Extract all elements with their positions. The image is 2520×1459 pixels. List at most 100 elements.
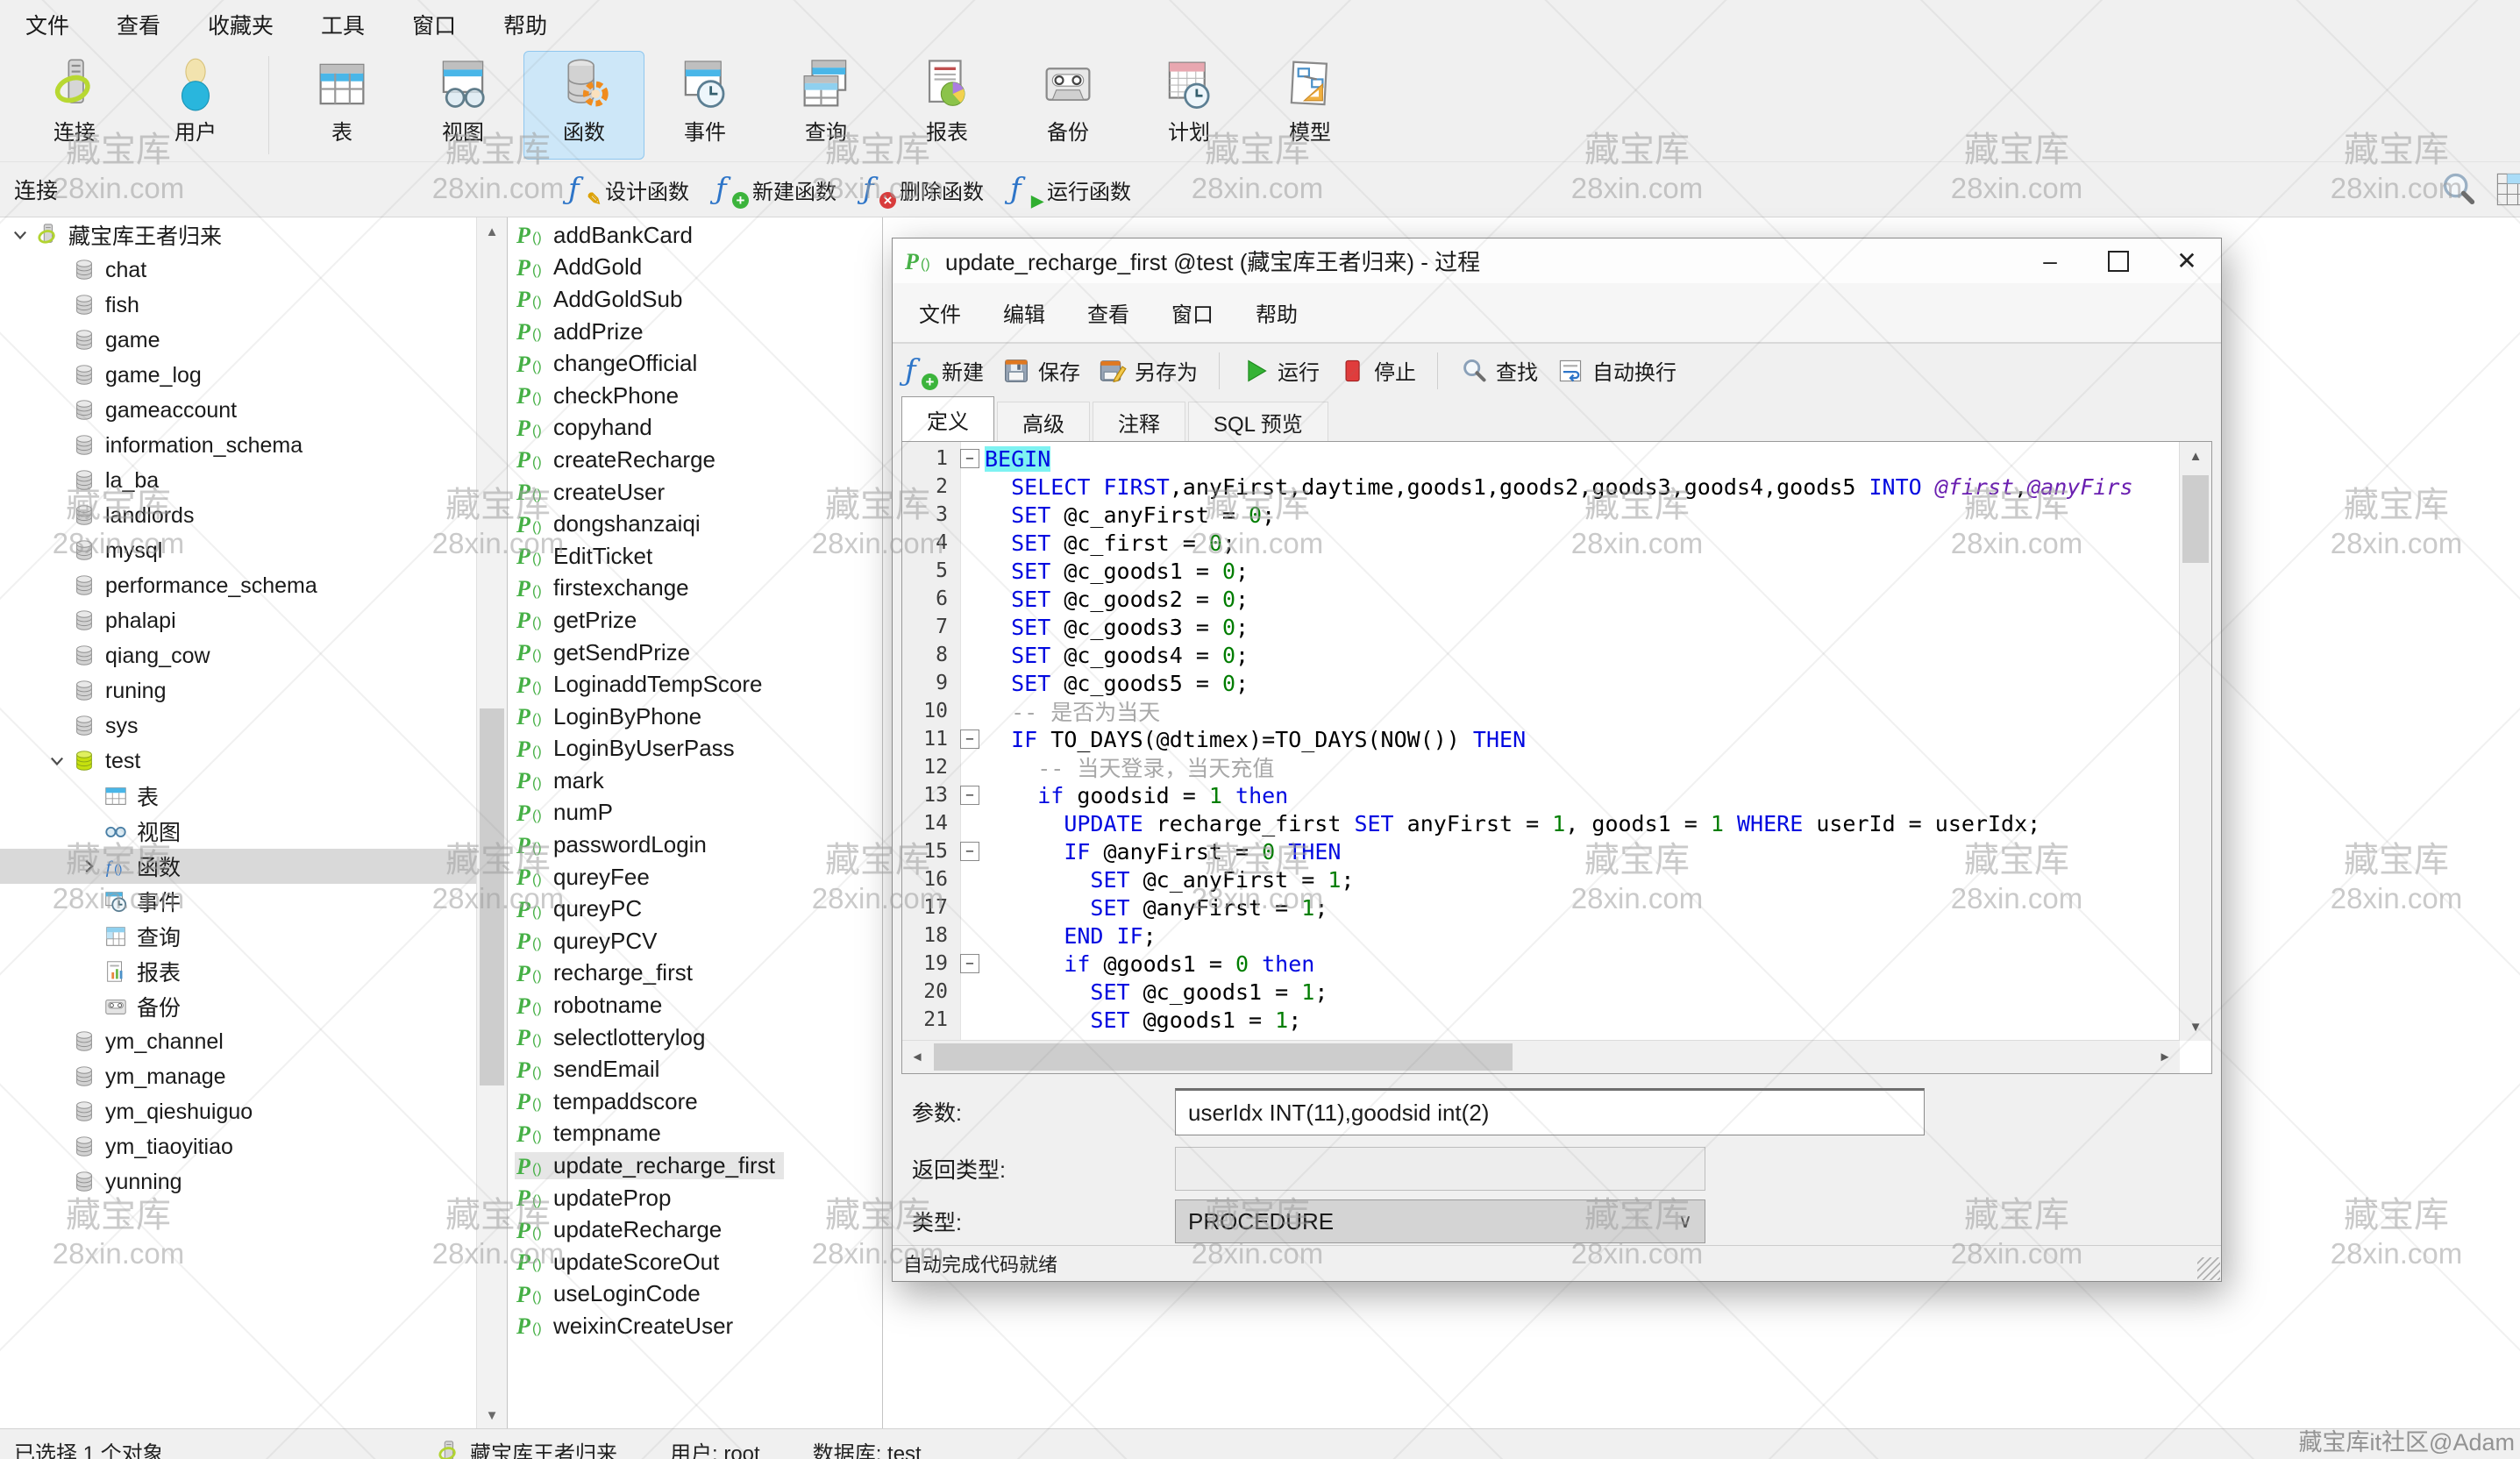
tree-item-informationschema[interactable]: information_schema bbox=[0, 428, 477, 463]
code-line[interactable]: 2 SELECT FIRST,anyFirst,daytime,goods1,g… bbox=[902, 473, 2180, 501]
function-list-item[interactable]: P()AddGold bbox=[508, 252, 882, 284]
tree-item-qiangcow[interactable]: qiang_cow bbox=[0, 638, 477, 673]
toolbar-report-button[interactable]: 报表 bbox=[886, 51, 1007, 160]
dialog-save-as-button[interactable]: 另存为 bbox=[1098, 355, 1198, 386]
function-list-item[interactable]: P()getPrize bbox=[508, 604, 882, 637]
maximize-button[interactable] bbox=[2084, 238, 2153, 283]
dialog-save-button[interactable]: 保存 bbox=[1001, 355, 1080, 386]
function-list-item[interactable]: P()sendEmail bbox=[508, 1053, 882, 1085]
function-list-item[interactable]: P()updateScoreOut bbox=[508, 1246, 882, 1278]
tree-item-ymtiaoyitiao[interactable]: ym_tiaoyitiao bbox=[0, 1129, 477, 1164]
code-line[interactable]: 6 SET @c_goods2 = 0; bbox=[902, 585, 2180, 613]
menu-window[interactable]: 窗口 bbox=[388, 0, 480, 48]
function-list-item[interactable]: P()AddGoldSub bbox=[508, 283, 882, 316]
fold-marker-icon[interactable]: − bbox=[955, 954, 985, 973]
editor-horizontal-scrollbar[interactable]: ◄ ► bbox=[902, 1040, 2180, 1073]
chevron-right-icon[interactable] bbox=[75, 853, 102, 879]
function-list-item[interactable]: P()createRecharge bbox=[508, 444, 882, 476]
tree-item-[interactable]: f()函数 bbox=[0, 849, 477, 884]
fold-marker-icon[interactable]: − bbox=[955, 842, 985, 861]
scroll-down-icon[interactable]: ▼ bbox=[477, 1401, 507, 1429]
tab-definition[interactable]: 定义 bbox=[901, 396, 994, 441]
toolbar-schedule-button[interactable]: 计划 bbox=[1128, 51, 1249, 160]
tree-item-fish[interactable]: fish bbox=[0, 288, 477, 323]
tab-advanced[interactable]: 高级 bbox=[997, 402, 1090, 441]
menu-file[interactable]: 文件 bbox=[2, 0, 93, 48]
tree-item-performanceschema[interactable]: performance_schema bbox=[0, 568, 477, 603]
tree-item-laba[interactable]: la_ba bbox=[0, 463, 477, 498]
function-list-item[interactable]: P()qureyFee bbox=[508, 861, 882, 893]
code-line[interactable]: 18 END IF; bbox=[902, 922, 2180, 950]
sidebar-scrollbar-thumb[interactable] bbox=[480, 708, 504, 1085]
dialog-find-button[interactable]: 查找 bbox=[1459, 355, 1538, 386]
tree-item-[interactable]: 表 bbox=[0, 779, 477, 814]
code-line[interactable]: 17 SET @anyFirst = 1; bbox=[902, 893, 2180, 922]
function-list-item[interactable]: P()robotname bbox=[508, 989, 882, 1021]
dialog-word-wrap-button[interactable]: 自动换行 bbox=[1555, 355, 1676, 386]
tree-item-[interactable]: 报表 bbox=[0, 954, 477, 989]
chevron-down-icon[interactable] bbox=[7, 222, 33, 248]
tree-item-ymchannel[interactable]: ym_channel bbox=[0, 1024, 477, 1059]
dialog-titlebar[interactable]: P() update_recharge_first @test (藏宝库王者归来… bbox=[893, 238, 2221, 284]
function-list-item[interactable]: P()update_recharge_first bbox=[508, 1149, 882, 1182]
code-line[interactable]: 16 SET @c_anyFirst = 1; bbox=[902, 865, 2180, 893]
code-line[interactable]: 1−BEGIN bbox=[902, 445, 2180, 473]
code-line[interactable]: 11− IF TO_DAYS(@dtimex)=TO_DAYS(NOW()) T… bbox=[902, 725, 2180, 753]
toolbar-connection-button[interactable]: 连接 bbox=[14, 51, 135, 160]
run-function-button[interactable]: ƒ▶运行函数 bbox=[1010, 172, 1131, 207]
param-input[interactable]: userIdx INT(11),goodsid int(2) bbox=[1175, 1088, 1925, 1135]
chevron-down-icon[interactable] bbox=[44, 748, 70, 774]
function-list-item[interactable]: P()recharge_first bbox=[508, 957, 882, 990]
dialog-new-button[interactable]: ƒ+新建 bbox=[905, 353, 984, 388]
sql-editor[interactable]: 1−BEGIN2 SELECT FIRST,anyFirst,daytime,g… bbox=[901, 441, 2212, 1074]
function-list-item[interactable]: P()addPrize bbox=[508, 316, 882, 348]
code-line[interactable]: 4 SET @c_first = 0; bbox=[902, 529, 2180, 557]
function-list-item[interactable]: P()tempaddscore bbox=[508, 1085, 882, 1118]
scroll-left-icon[interactable]: ◄ bbox=[902, 1041, 932, 1073]
function-list-item[interactable]: P()qureyPCV bbox=[508, 925, 882, 957]
dialog-menu-view[interactable]: 查看 bbox=[1066, 283, 1150, 342]
dialog-menu-help[interactable]: 帮助 bbox=[1235, 283, 1319, 342]
code-line[interactable]: 7 SET @c_goods3 = 0; bbox=[902, 613, 2180, 641]
tree-item-gameaccount[interactable]: gameaccount bbox=[0, 393, 477, 428]
scroll-down-icon[interactable]: ▼ bbox=[2180, 1013, 2211, 1041]
menu-favorites[interactable]: 收藏夹 bbox=[184, 0, 297, 48]
tree-item-ymmanage[interactable]: ym_manage bbox=[0, 1059, 477, 1094]
sidebar-scrollbar[interactable]: ▲ ▼ bbox=[476, 217, 507, 1429]
code-line[interactable]: 15− IF @anyFirst = 0 THEN bbox=[902, 837, 2180, 865]
code-line[interactable]: 5 SET @c_goods1 = 0; bbox=[902, 557, 2180, 585]
function-list-item[interactable]: P()LoginByPhone bbox=[508, 701, 882, 733]
fold-marker-icon[interactable]: − bbox=[955, 449, 985, 468]
code-line[interactable]: 3 SET @c_anyFirst = 0; bbox=[902, 501, 2180, 529]
toolbar-event-button[interactable]: 事件 bbox=[644, 51, 765, 160]
menu-view[interactable]: 查看 bbox=[93, 0, 184, 48]
function-list-item[interactable]: P()checkPhone bbox=[508, 380, 882, 412]
code-line[interactable]: 20 SET @c_goods1 = 1; bbox=[902, 978, 2180, 1006]
tree-item-[interactable]: 查询 bbox=[0, 919, 477, 954]
resize-grip[interactable] bbox=[2197, 1257, 2220, 1280]
fold-marker-icon[interactable]: − bbox=[955, 730, 985, 749]
function-list-item[interactable]: P()copyhand bbox=[508, 412, 882, 445]
new-function-button[interactable]: ƒ+新建函数 bbox=[715, 172, 836, 207]
tree-item-sys[interactable]: sys bbox=[0, 708, 477, 744]
function-list-item[interactable]: P()mark bbox=[508, 765, 882, 797]
menu-tools[interactable]: 工具 bbox=[297, 0, 388, 48]
function-list-item[interactable]: P()firstexchange bbox=[508, 573, 882, 605]
function-list-item[interactable]: P()passwordLogin bbox=[508, 829, 882, 861]
editor-vscroll-thumb[interactable] bbox=[2182, 475, 2209, 563]
grid-view-icon[interactable] bbox=[2492, 168, 2520, 210]
code-line[interactable]: 8 SET @c_goods4 = 0; bbox=[902, 641, 2180, 669]
tree-item-test[interactable]: test bbox=[0, 744, 477, 779]
delete-function-button[interactable]: ƒ×删除函数 bbox=[863, 172, 984, 207]
code-line[interactable]: 21 SET @goods1 = 1; bbox=[902, 1006, 2180, 1034]
close-button[interactable]: ✕ bbox=[2153, 238, 2221, 283]
function-list-item[interactable]: P()getSendPrize bbox=[508, 637, 882, 669]
function-list-item[interactable]: P()numP bbox=[508, 797, 882, 829]
type-select[interactable]: PROCEDURE ∨ bbox=[1175, 1199, 1705, 1243]
toolbar-backup-button[interactable]: 备份 bbox=[1007, 51, 1128, 160]
minimize-button[interactable]: – bbox=[2016, 238, 2084, 283]
tab-sql-preview[interactable]: SQL 预览 bbox=[1188, 402, 1328, 441]
tree-item-[interactable]: 备份 bbox=[0, 989, 477, 1024]
dialog-run-button[interactable]: 运行 bbox=[1241, 355, 1320, 386]
toolbar-function-button[interactable]: 函数 bbox=[523, 51, 644, 160]
